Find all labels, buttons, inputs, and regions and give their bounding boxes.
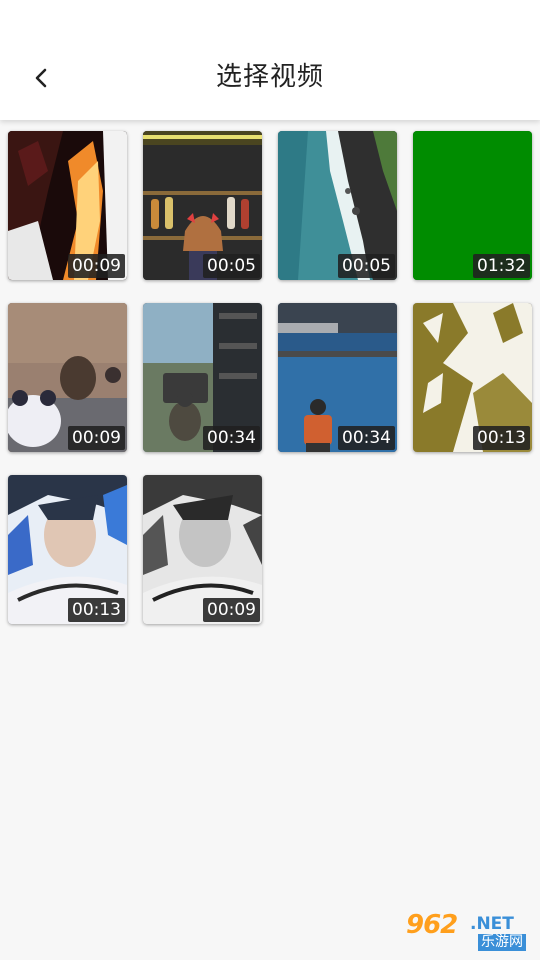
video-thumbnail[interactable]: 00:05 [278,131,397,280]
video-thumbnail[interactable]: 00:13 [8,475,127,624]
app-header: 选择视频 [0,0,540,120]
site-watermark: 962 .NET 乐游网 [402,910,534,954]
video-duration: 00:09 [203,598,260,622]
video-duration: 00:13 [473,426,530,450]
page-title: 选择视频 [215,62,324,92]
video-duration: 00:09 [68,254,125,278]
video-grid: 00:09 00:05 00:05 01:32 00:09 00:34 00:3… [8,131,532,624]
video-duration: 01:32 [473,254,530,278]
video-thumbnail[interactable]: 00:09 [143,475,262,624]
video-thumbnail[interactable]: 00:34 [278,303,397,452]
video-duration: 00:34 [203,426,260,450]
video-duration: 00:09 [68,426,125,450]
video-thumbnail[interactable]: 01:32 [413,131,532,280]
video-thumbnail[interactable]: 00:05 [143,131,262,280]
video-duration: 00:13 [68,598,125,622]
video-thumbnail[interactable]: 00:09 [8,303,127,452]
watermark-domain: .NET [470,914,514,934]
video-duration: 00:05 [203,254,260,278]
watermark-cn: 乐游网 [478,934,526,951]
video-thumbnail[interactable]: 00:34 [143,303,262,452]
video-duration: 00:05 [338,254,395,278]
video-thumbnail[interactable]: 00:13 [413,303,532,452]
video-duration: 00:34 [338,426,395,450]
watermark-number: 962 [406,910,458,940]
video-thumbnail[interactable]: 00:09 [8,131,127,280]
